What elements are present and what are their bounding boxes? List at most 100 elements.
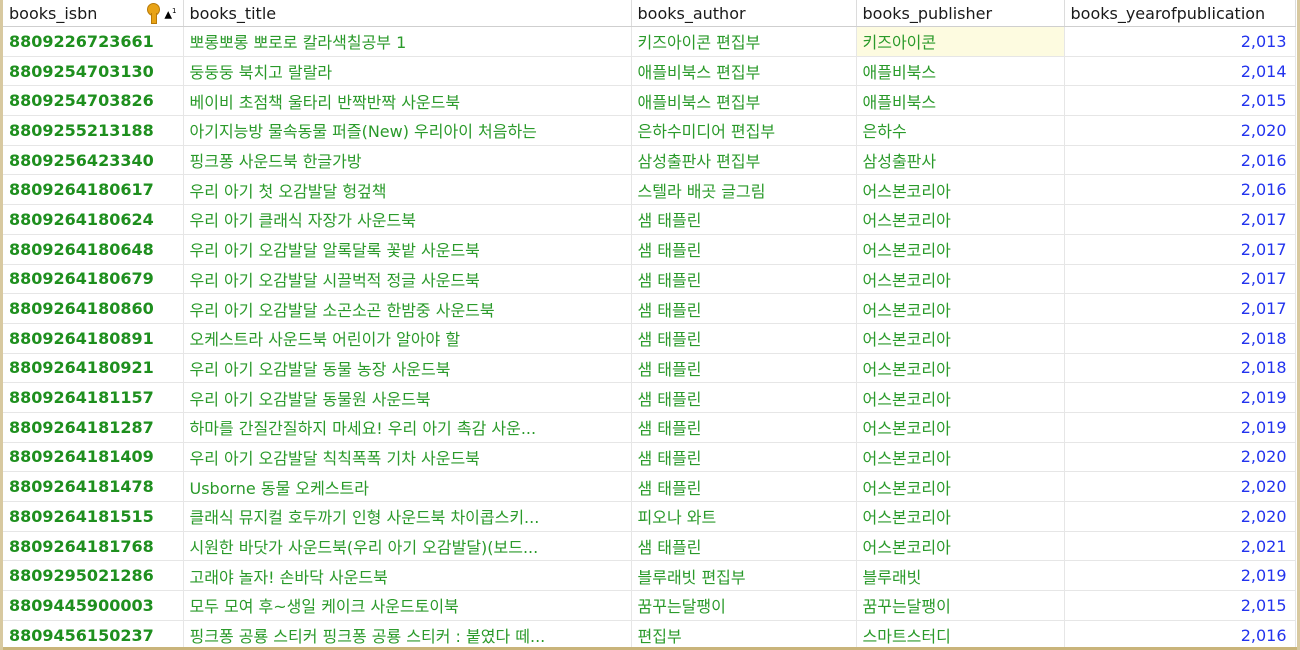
cell-author[interactable]: 샘 태플린 <box>631 323 857 354</box>
cell-author[interactable]: 샘 태플린 <box>631 531 857 562</box>
cell-title[interactable]: 우리 아기 오감발달 알록달록 꽃밭 사운드북 <box>183 234 632 265</box>
cell-author[interactable]: 애플비북스 편집부 <box>631 85 857 117</box>
cell-year[interactable]: 2,017 <box>1064 234 1296 265</box>
table-row[interactable]: 8809254703130 둥둥둥 북치고 랄랄라 애플비북스 편집부 애플비북스 2,… <box>3 56 1296 87</box>
cell-year[interactable]: 2,019 <box>1064 412 1296 443</box>
cell-author[interactable]: 블루래빗 편집부 <box>631 560 857 592</box>
cell-isbn[interactable]: 8809264180648 <box>3 234 184 265</box>
cell-publisher[interactable]: 스마트스터디 <box>856 620 1065 647</box>
cell-isbn[interactable]: 8809264181157 <box>3 382 184 413</box>
cell-year[interactable]: 2,015 <box>1064 590 1296 621</box>
table-row[interactable]: 8809264180860 우리 아기 오감발달 소곤소곤 한밤중 사운드북 샘 태… <box>3 293 1296 324</box>
cell-author[interactable]: 은하수미디어 편집부 <box>631 115 857 146</box>
cell-year[interactable]: 2,018 <box>1064 323 1296 354</box>
cell-title[interactable]: 클래식 뮤지컬 호두까기 인형 사운드북 차이콥스키... <box>183 501 632 532</box>
cell-title[interactable]: 핑크퐁 사운드북 한글가방 <box>183 145 632 176</box>
table-row[interactable]: 8809264180679 우리 아기 오감발달 시끌벅적 정글 사운드북 샘 태플… <box>3 264 1296 295</box>
cell-author[interactable]: 꿈꾸는달팽이 <box>631 590 857 621</box>
cell-year[interactable]: 2,020 <box>1064 442 1296 473</box>
cell-title[interactable]: 우리 아기 오감발달 동물 농장 사운드북 <box>183 353 632 384</box>
cell-title[interactable]: 하마를 간질간질하지 마세요! 우리 아기 촉감 사운... <box>183 412 632 443</box>
cell-publisher[interactable]: 어스본코리아 <box>856 264 1065 295</box>
cell-author[interactable]: 샘 태플린 <box>631 204 857 235</box>
cell-author[interactable]: 샘 태플린 <box>631 382 857 413</box>
cell-year[interactable]: 2,019 <box>1064 560 1296 592</box>
cell-publisher[interactable]: 어스본코리아 <box>856 382 1065 413</box>
cell-title[interactable]: 시원한 바닷가 사운드북(우리 아기 오감발달)(보드... <box>183 531 632 562</box>
cell-title[interactable]: 모두 모여 후~생일 케이크 사운드토이북 <box>183 590 632 621</box>
cell-publisher[interactable]: 어스본코리아 <box>856 353 1065 384</box>
cell-year[interactable]: 2,019 <box>1064 382 1296 413</box>
cell-year[interactable]: 2,014 <box>1064 56 1296 87</box>
cell-author[interactable]: 샘 태플린 <box>631 264 857 295</box>
table-row[interactable]: 8809264181515 클래식 뮤지컬 호두까기 인형 사운드북 차이콥스키.… <box>3 501 1296 532</box>
column-header-publisher[interactable]: books_publisher <box>856 0 1065 27</box>
cell-isbn[interactable]: 8809264181768 <box>3 531 184 562</box>
cell-isbn[interactable]: 8809254703130 <box>3 56 184 87</box>
cell-publisher[interactable]: 어스본코리아 <box>856 174 1065 206</box>
table-row[interactable]: 8809264181157 우리 아기 오감발달 동물원 사운드북 샘 태플린 어스본… <box>3 382 1296 413</box>
column-header-isbn[interactable]: books_isbn ▲1 <box>3 0 184 27</box>
cell-publisher[interactable]: 어스본코리아 <box>856 501 1065 532</box>
cell-title[interactable]: 둥둥둥 북치고 랄랄라 <box>183 56 632 87</box>
table-row[interactable]: 8809264180648 우리 아기 오감발달 알록달록 꽃밭 사운드북 샘 태플… <box>3 234 1296 265</box>
table-row[interactable]: 8809226723661 뽀롱뽀롱 뽀로로 칼라색칠공부 1 키즈아이콘 편집부 키… <box>3 26 1296 57</box>
cell-isbn[interactable]: 8809264180617 <box>3 174 184 206</box>
cell-author[interactable]: 피오나 와트 <box>631 501 857 532</box>
cell-isbn[interactable]: 8809295021286 <box>3 560 184 592</box>
cell-year[interactable]: 2,020 <box>1064 501 1296 532</box>
cell-isbn[interactable]: 8809264180624 <box>3 204 184 235</box>
cell-year[interactable]: 2,020 <box>1064 471 1296 502</box>
cell-title[interactable]: 아기지능방 물속동물 퍼즐(New) 우리아이 처음하는 <box>183 115 632 146</box>
cell-isbn[interactable]: 8809264181478 <box>3 471 184 502</box>
cell-year[interactable]: 2,017 <box>1064 264 1296 295</box>
cell-author[interactable]: 스텔라 배곳 글그림 <box>631 174 857 206</box>
cell-year[interactable]: 2,016 <box>1064 620 1296 647</box>
table-row[interactable]: 8809256423340 핑크퐁 사운드북 한글가방 삼성출판사 편집부 삼성출판사… <box>3 145 1296 176</box>
cell-isbn[interactable]: 8809264181287 <box>3 412 184 443</box>
cell-title[interactable]: 우리 아기 클래식 자장가 사운드북 <box>183 204 632 235</box>
cell-isbn[interactable]: 8809264180921 <box>3 353 184 384</box>
cell-publisher[interactable]: 애플비북스 <box>856 56 1065 87</box>
table-row[interactable]: 8809264180624 우리 아기 클래식 자장가 사운드북 샘 태플린 어스본코… <box>3 204 1296 235</box>
cell-year[interactable]: 2,018 <box>1064 353 1296 384</box>
cell-publisher[interactable]: 어스본코리아 <box>856 412 1065 443</box>
cell-publisher[interactable]: 어스본코리아 <box>856 293 1065 324</box>
table-row[interactable]: 8809445900003 모두 모여 후~생일 케이크 사운드토이북 꿈꾸는달팽이… <box>3 590 1296 621</box>
table-row[interactable]: 8809264180921 우리 아기 오감발달 동물 농장 사운드북 샘 태플린 어… <box>3 353 1296 384</box>
cell-author[interactable]: 샘 태플린 <box>631 353 857 384</box>
cell-publisher[interactable]: 어스본코리아 <box>856 323 1065 354</box>
cell-author[interactable]: 샘 태플린 <box>631 293 857 324</box>
table-row[interactable]: 8809255213188 아기지능방 물속동물 퍼즐(New) 우리아이 처음하… <box>3 115 1296 146</box>
cell-title[interactable]: 베이비 초점책 울타리 반짝반짝 사운드북 <box>183 85 632 117</box>
cell-isbn[interactable]: 8809254703826 <box>3 85 184 117</box>
cell-author[interactable]: 편집부 <box>631 620 857 647</box>
cell-title[interactable]: 고래야 놀자! 손바닥 사운드북 <box>183 560 632 592</box>
cell-publisher[interactable]: 어스본코리아 <box>856 471 1065 502</box>
cell-year[interactable]: 2,020 <box>1064 115 1296 146</box>
cell-year[interactable]: 2,016 <box>1064 174 1296 206</box>
cell-publisher[interactable]: 키즈아이콘 <box>856 26 1065 57</box>
cell-author[interactable]: 샘 태플린 <box>631 471 857 502</box>
cell-publisher[interactable]: 애플비북스 <box>856 85 1065 117</box>
cell-publisher[interactable]: 어스본코리아 <box>856 204 1065 235</box>
cell-title[interactable]: Usborne 동물 오케스트라 <box>183 471 632 502</box>
cell-year[interactable]: 2,021 <box>1064 531 1296 562</box>
cell-title[interactable]: 우리 아기 오감발달 소곤소곤 한밤중 사운드북 <box>183 293 632 324</box>
column-header-title[interactable]: books_title <box>183 0 632 27</box>
column-header-year[interactable]: books_yearofpublication <box>1064 0 1296 27</box>
cell-isbn[interactable]: 8809264181515 <box>3 501 184 532</box>
cell-isbn[interactable]: 8809264180860 <box>3 293 184 324</box>
cell-year[interactable]: 2,016 <box>1064 145 1296 176</box>
cell-year[interactable]: 2,017 <box>1064 204 1296 235</box>
cell-publisher[interactable]: 삼성출판사 <box>856 145 1065 176</box>
cell-title[interactable]: 뽀롱뽀롱 뽀로로 칼라색칠공부 1 <box>183 26 632 57</box>
cell-title[interactable]: 우리 아기 오감발달 시끌벅적 정글 사운드북 <box>183 264 632 295</box>
cell-publisher[interactable]: 어스본코리아 <box>856 531 1065 562</box>
cell-author[interactable]: 애플비북스 편집부 <box>631 56 857 87</box>
cell-title[interactable]: 오케스트라 사운드북 어린이가 알아야 할 <box>183 323 632 354</box>
cell-isbn[interactable]: 8809264180891 <box>3 323 184 354</box>
table-row[interactable]: 8809264180617 우리 아기 첫 오감발달 헝겊책 스텔라 배곳 글그림 어… <box>3 174 1296 206</box>
cell-title[interactable]: 우리 아기 오감발달 동물원 사운드북 <box>183 382 632 413</box>
column-header-author[interactable]: books_author <box>631 0 857 27</box>
